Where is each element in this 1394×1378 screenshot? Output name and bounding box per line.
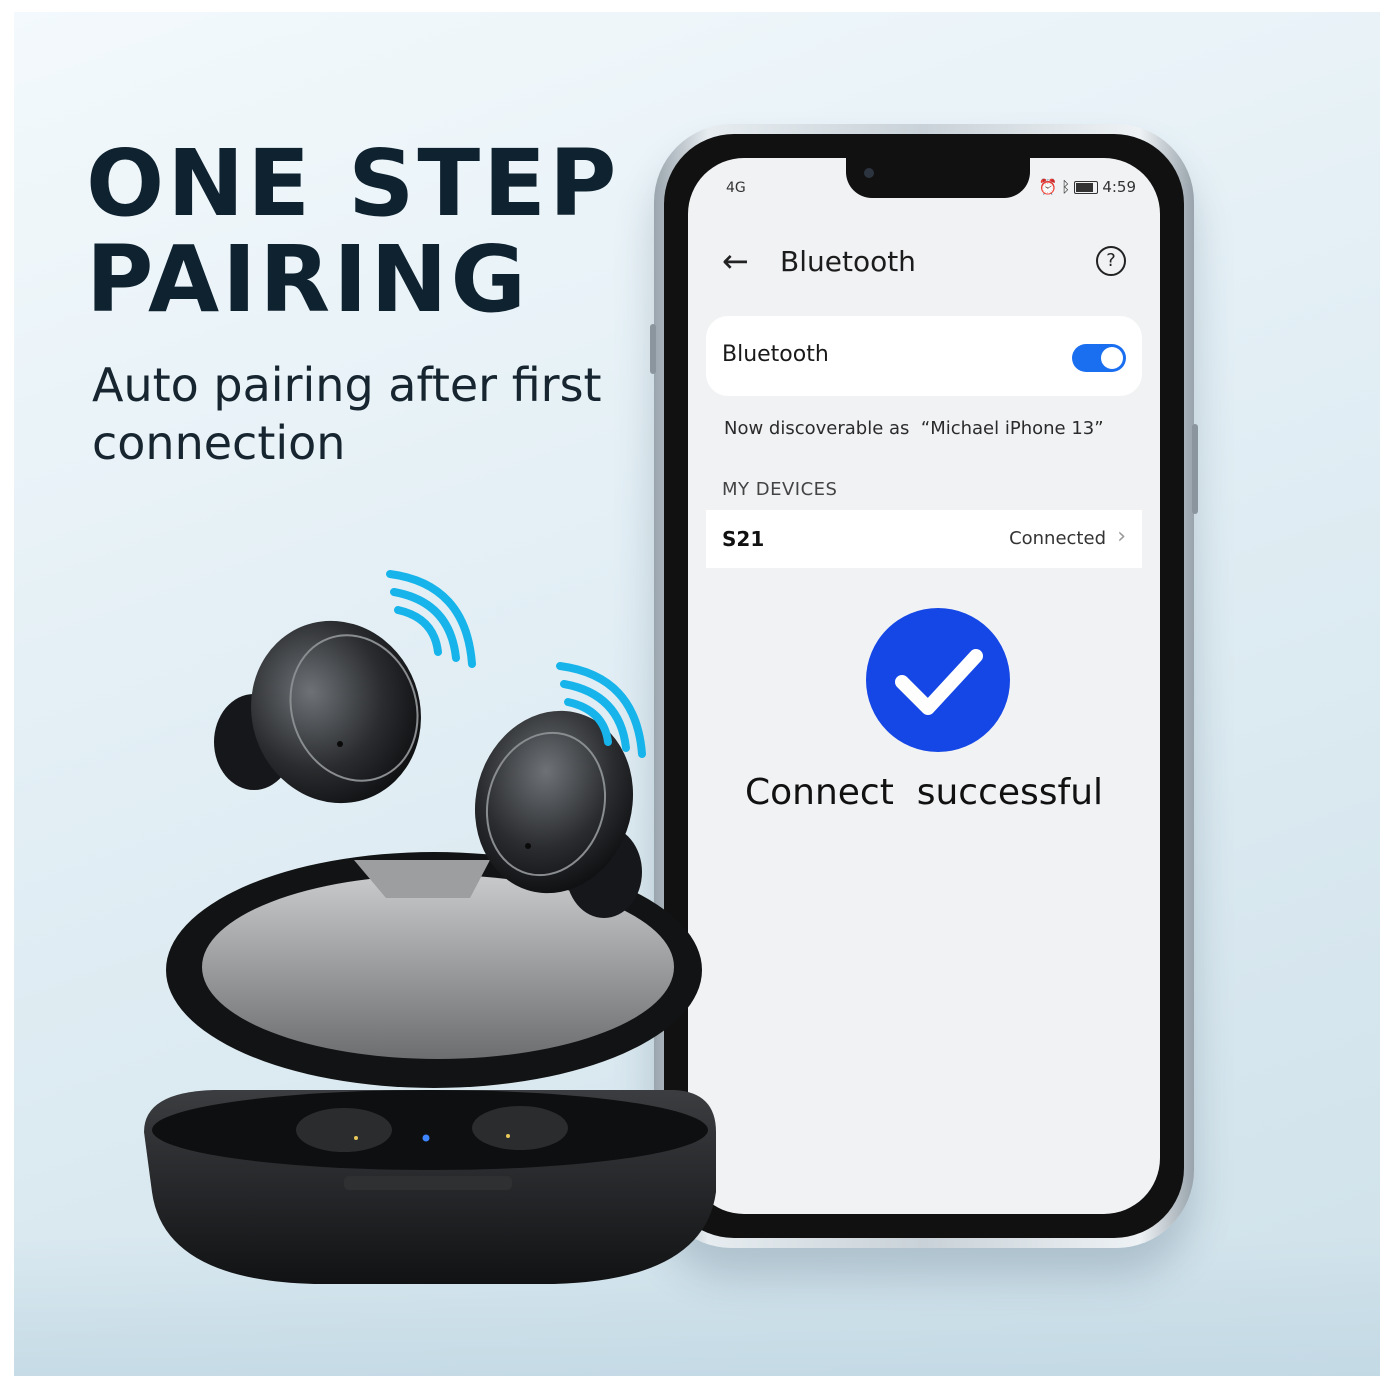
left-earbud xyxy=(214,620,421,804)
earbuds-illustration xyxy=(144,570,716,1284)
wireless-signal-icon xyxy=(386,570,476,668)
case-base xyxy=(144,1090,716,1284)
ad-frame: ONE STEP PAIRING Auto pairing after firs… xyxy=(14,12,1380,1376)
